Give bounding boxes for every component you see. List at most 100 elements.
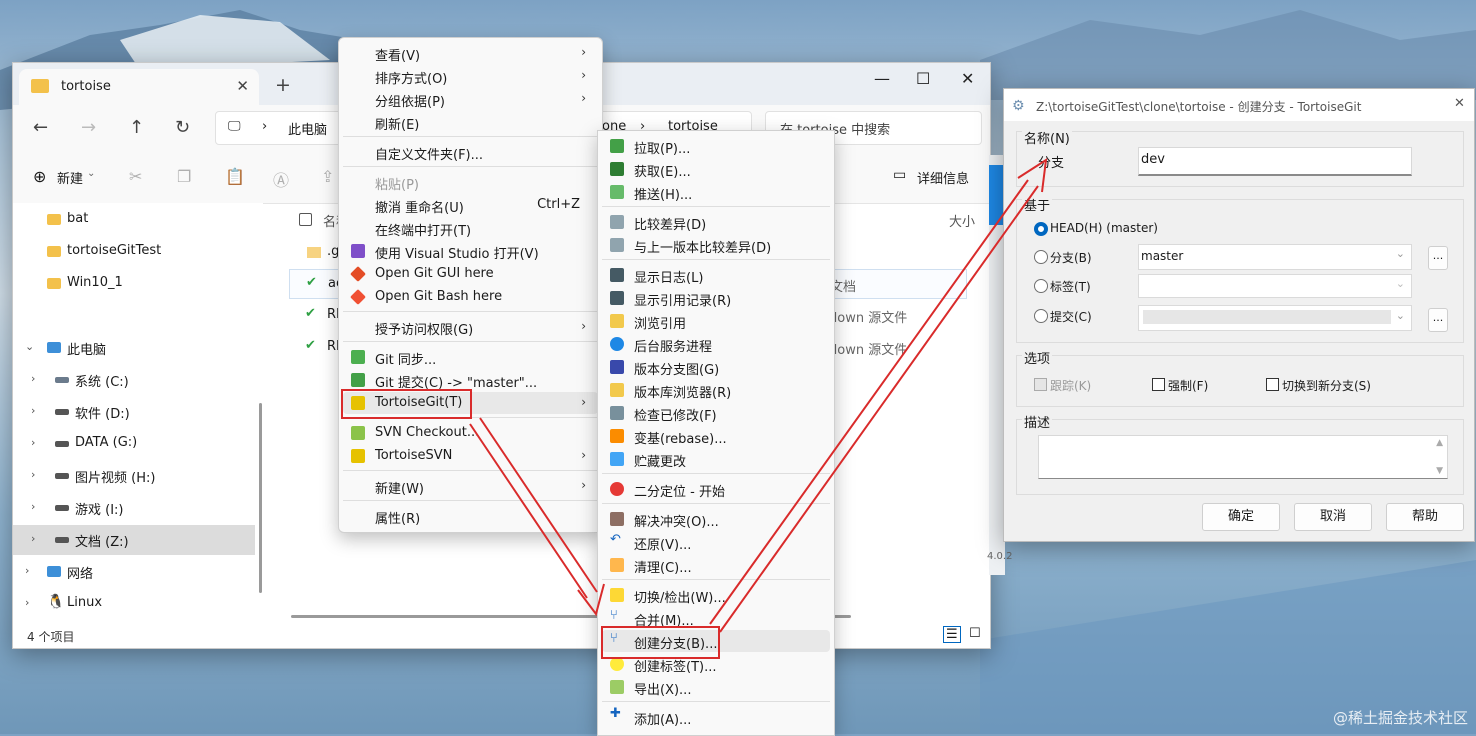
sidebar-item-tortoisegittest[interactable]: tortoiseGitTest	[13, 237, 255, 267]
sidebar-item-drive-z[interactable]: › 文档 (Z:)	[13, 525, 255, 555]
description-textarea[interactable]: ▲ ▼	[1038, 435, 1448, 479]
submenu-item-fetch[interactable]: 获取(E)...	[602, 158, 830, 180]
sidebar-item-this-pc[interactable]: ⌄ 此电脑	[13, 333, 255, 363]
tag-select[interactable]: ⌄	[1138, 274, 1412, 298]
force-checkbox[interactable]	[1152, 378, 1165, 391]
forward-arrow-icon[interactable]: →	[81, 117, 96, 138]
chevron-right-icon[interactable]: ›	[25, 596, 29, 609]
menu-item-svn-checkout[interactable]: SVN Checkout...	[343, 422, 598, 444]
menu-item-git-sync[interactable]: Git 同步...	[343, 346, 598, 368]
select-all-checkbox[interactable]	[299, 213, 312, 226]
submenu-item-show-log[interactable]: 显示日志(L)	[602, 264, 830, 286]
submenu-item-cleanup[interactable]: 清理(C)...	[602, 554, 830, 576]
browse-branch-button[interactable]: ...	[1428, 246, 1448, 270]
branch-radio[interactable]	[1034, 250, 1048, 264]
tab-tortoise[interactable]: tortoise ✕	[19, 69, 259, 105]
scroll-down-icon[interactable]: ▼	[1436, 466, 1443, 476]
cancel-button[interactable]: 取消	[1294, 503, 1372, 531]
cut-icon[interactable]: ✂	[129, 167, 142, 186]
submenu-item-reflog[interactable]: 显示引用记录(R)	[602, 287, 830, 309]
sidebar-item-network[interactable]: › 网络	[13, 557, 255, 587]
sidebar-item-drive-c[interactable]: › 系统 (C:)	[13, 365, 255, 395]
submenu-item-revert[interactable]: ↶ 还原(V)...	[602, 531, 830, 553]
details-button[interactable]: 详细信息	[917, 168, 969, 187]
maximize-icon[interactable]: ☐	[916, 69, 930, 88]
switch-checkbox[interactable]	[1266, 378, 1279, 391]
chevron-down-icon[interactable]: ⌄	[25, 340, 34, 353]
menu-item-open-terminal[interactable]: 在终端中打开(T)	[343, 217, 598, 239]
paste-icon[interactable]: 📋	[225, 167, 245, 186]
submenu-item-push[interactable]: 推送(H)...	[602, 181, 830, 203]
menu-item-git-gui[interactable]: Open Git GUI here	[343, 263, 598, 285]
submenu-item-resolve[interactable]: 解决冲突(O)...	[602, 508, 830, 530]
submenu-item-export[interactable]: 导出(X)...	[602, 676, 830, 698]
up-arrow-icon[interactable]: ↑	[129, 117, 144, 138]
menu-item-undo-rename[interactable]: 撤消 重命名(U) Ctrl+Z	[343, 194, 598, 216]
refresh-icon[interactable]: ↻	[175, 117, 190, 138]
submenu-item-bisect-start[interactable]: 二分定位 - 开始	[602, 478, 830, 500]
branch-select[interactable]: master ⌄	[1138, 244, 1412, 270]
sidebar-scrollbar[interactable]	[259, 403, 262, 593]
tiles-view-icon[interactable]: ☐	[969, 626, 981, 641]
copy-icon[interactable]: ❐	[177, 167, 191, 186]
chevron-right-icon[interactable]: ›	[31, 500, 35, 513]
ok-button[interactable]: 确定	[1202, 503, 1280, 531]
menu-item-open-visual-studio[interactable]: 使用 Visual Studio 打开(V)	[343, 240, 598, 262]
submenu-item-check-modifications[interactable]: 检查已修改(F)	[602, 402, 830, 424]
commit-select[interactable]: ⌄	[1138, 305, 1412, 331]
chevron-right-icon[interactable]: ›	[25, 564, 29, 577]
menu-item-tortoisesvn[interactable]: TortoiseSVN ›	[343, 445, 598, 467]
submenu-item-add[interactable]: ✚ 添加(A)...	[602, 706, 830, 728]
breadcrumb-pc[interactable]: 此电脑	[288, 119, 327, 138]
submenu-item-revision-graph[interactable]: 版本分支图(G)	[602, 356, 830, 378]
menu-item-git-commit[interactable]: Git 提交(C) -> "master"...	[343, 369, 598, 391]
sidebar-item-drive-d[interactable]: › 软件 (D:)	[13, 397, 255, 427]
menu-item-customize[interactable]: 自定义文件夹(F)...	[343, 141, 598, 163]
commit-radio[interactable]	[1034, 309, 1048, 323]
column-header-size[interactable]: 大小	[949, 211, 975, 230]
sidebar-item-drive-g[interactable]: › DATA (G:)	[13, 429, 255, 459]
chevron-right-icon[interactable]: ›	[31, 436, 35, 449]
tab-close-icon[interactable]: ✕	[236, 77, 249, 95]
new-button[interactable]: 新建	[57, 168, 83, 187]
submenu-item-pull[interactable]: 拉取(P)...	[602, 135, 830, 157]
scroll-up-icon[interactable]: ▲	[1436, 438, 1443, 448]
back-arrow-icon[interactable]: ←	[33, 117, 48, 138]
help-button[interactable]: 帮助	[1386, 503, 1464, 531]
menu-item-grant-access[interactable]: 授予访问权限(G) ›	[343, 316, 598, 338]
sidebar-item-drive-h[interactable]: › 图片视频 (H:)	[13, 461, 255, 491]
menu-item-group[interactable]: 分组依据(P) ›	[343, 88, 598, 110]
chevron-right-icon[interactable]: ›	[31, 372, 35, 385]
dialog-close-icon[interactable]: ✕	[1454, 96, 1465, 111]
head-radio[interactable]	[1034, 222, 1048, 236]
submenu-item-switch-checkout[interactable]: 切换/检出(W)...	[602, 584, 830, 606]
sidebar-item-bat[interactable]: bat	[13, 205, 255, 235]
sidebar-item-linux[interactable]: › 🐧 Linux	[13, 589, 255, 619]
submenu-item-rebase[interactable]: 变基(rebase)...	[602, 425, 830, 447]
close-icon[interactable]: ✕	[961, 69, 974, 88]
browse-commit-button[interactable]: ...	[1428, 308, 1448, 332]
sidebar-item-win10[interactable]: Win10_1	[13, 269, 255, 299]
new-tab-button[interactable]: +	[275, 74, 291, 96]
menu-item-refresh[interactable]: 刷新(E)	[343, 111, 598, 133]
submenu-item-daemon[interactable]: 后台服务进程	[602, 333, 830, 355]
submenu-item-browse-refs[interactable]: 浏览引用	[602, 310, 830, 332]
sidebar-item-drive-i[interactable]: › 游戏 (I:)	[13, 493, 255, 523]
menu-item-new[interactable]: 新建(W) ›	[343, 475, 598, 497]
menu-item-git-bash[interactable]: Open Git Bash here	[343, 286, 598, 308]
menu-item-properties[interactable]: 属性(R)	[343, 505, 598, 527]
chevron-right-icon[interactable]: ›	[31, 468, 35, 481]
submenu-item-diff-previous[interactable]: 与上一版本比较差异(D)	[602, 234, 830, 256]
submenu-item-repo-browser[interactable]: 版本库浏览器(R)	[602, 379, 830, 401]
share-icon[interactable]: ⇪	[321, 167, 334, 186]
menu-item-sort[interactable]: 排序方式(O) ›	[343, 65, 598, 87]
tag-radio[interactable]	[1034, 279, 1048, 293]
submenu-item-diff[interactable]: 比较差异(D)	[602, 211, 830, 233]
submenu-item-stash[interactable]: 贮藏更改	[602, 448, 830, 470]
chevron-right-icon[interactable]: ›	[31, 532, 35, 545]
branch-name-input[interactable]: dev	[1138, 147, 1412, 176]
minimize-icon[interactable]: —	[874, 69, 890, 88]
menu-item-view[interactable]: 查看(V) ›	[343, 42, 598, 64]
rename-icon[interactable]: Ⓐ	[273, 167, 289, 191]
chevron-right-icon[interactable]: ›	[31, 404, 35, 417]
